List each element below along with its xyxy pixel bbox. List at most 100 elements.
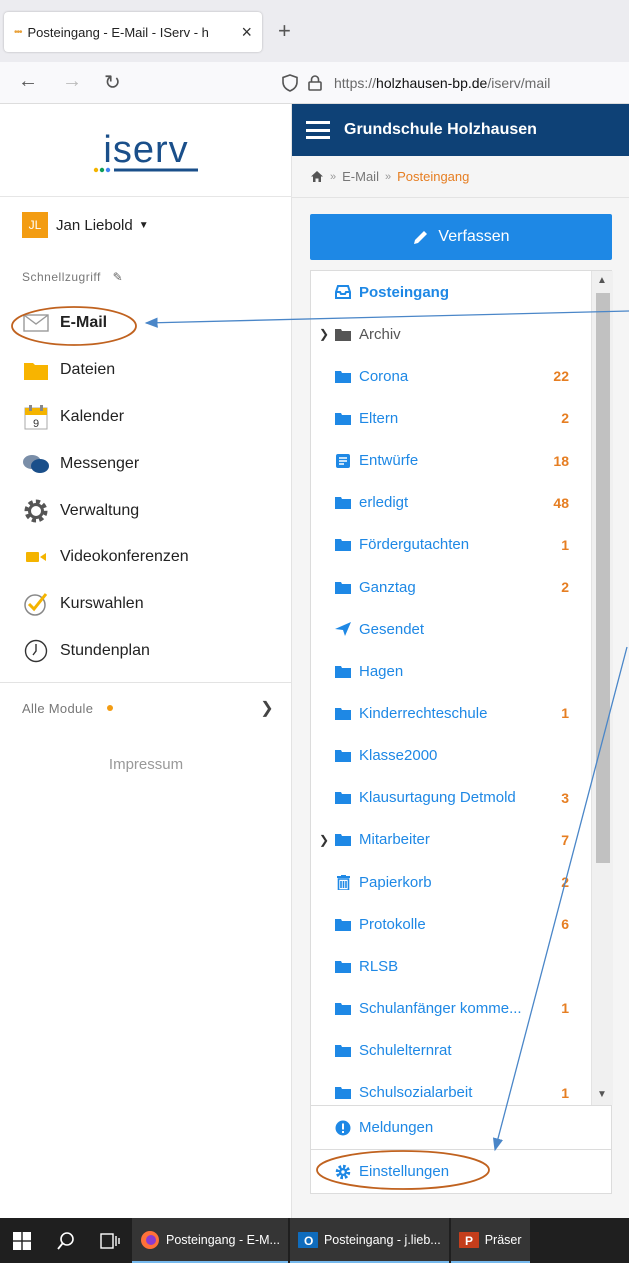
folder-icon (335, 411, 351, 425)
folder-panel: Posteingang ❯ Archiv Corona 22 Eltern 2 (310, 270, 613, 1194)
folder-scrollbar[interactable]: ▲ ▼ (591, 271, 613, 1105)
os-taskbar: Posteingang - E-M... O Posteingang - j.l… (0, 1218, 629, 1263)
browser-tab[interactable]: ••• Posteingang - E-Mail - IServ - h × (4, 12, 262, 52)
folder-item[interactable]: Klasse2000 (311, 735, 591, 777)
taskbar-app-outlook[interactable]: O Posteingang - j.lieb... (289, 1218, 449, 1263)
folder-item[interactable]: Schulsozialarbeit 1 (311, 1072, 591, 1105)
breadcrumb-separator: » (330, 170, 337, 183)
sidebar-item-label: Kalender (60, 407, 125, 425)
folder-item[interactable]: Ganztag 2 (311, 566, 591, 608)
folder-icon (335, 1001, 351, 1015)
calendar-icon: 9 (22, 403, 50, 431)
taskbar-app-firefox[interactable]: Posteingang - E-M... (132, 1218, 288, 1263)
compose-button[interactable]: Verfassen (310, 214, 612, 260)
home-icon[interactable] (310, 170, 324, 183)
settings-link[interactable]: Einstellungen (311, 1149, 611, 1193)
address-bar[interactable]: https://holzhausen-bp.de/iserv/mail (270, 66, 629, 100)
notifications-label: Meldungen (359, 1119, 434, 1136)
folder-item[interactable]: Schulanfänger komme... 1 (311, 987, 591, 1029)
scroll-down-arrow-icon[interactable]: ▼ (597, 1089, 607, 1100)
scroll-up-arrow-icon[interactable]: ▲ (597, 275, 607, 286)
folder-icon (335, 959, 351, 973)
folder-inbox[interactable]: Posteingang (311, 271, 591, 313)
folder-item[interactable]: erledigt 48 (311, 482, 591, 524)
taskbar-app-powerpoint[interactable]: P Präser (450, 1218, 530, 1263)
folder-item[interactable]: RLSB (311, 945, 591, 987)
folder-name: Schulelternrat (359, 1042, 452, 1060)
folder-count: 3 (561, 789, 569, 806)
folder-icon (335, 833, 351, 847)
folder-trash[interactable]: Papierkorb 2 (311, 861, 591, 903)
sidebar-item-timetable[interactable]: Stundenplan (0, 628, 292, 675)
folder-count: 1 (561, 536, 569, 553)
sidebar-item-messenger[interactable]: Messenger (0, 440, 292, 487)
outlook-icon: O (297, 1231, 318, 1248)
folder-count: 2 (561, 579, 569, 596)
all-modules-link[interactable]: Alle Module ❯ (22, 698, 274, 718)
expand-arrow-icon[interactable]: ❯ (319, 833, 329, 847)
folder-count: 6 (561, 916, 569, 933)
svg-text:iserv: iserv (103, 130, 188, 171)
windows-start-icon[interactable] (0, 1218, 44, 1263)
sidebar-item-calendar[interactable]: 9 Kalender (0, 394, 292, 441)
forward-arrow-icon[interactable]: → (62, 70, 82, 93)
search-icon[interactable] (44, 1218, 88, 1263)
folder-item[interactable]: Corona 22 (311, 355, 591, 397)
pencil-icon[interactable]: ✎ (113, 270, 124, 284)
scrollbar-thumb[interactable] (596, 293, 610, 863)
sidebar-item-label: Stundenplan (60, 641, 150, 659)
sidebar-item-course-selection[interactable]: Kurswahlen (0, 581, 292, 628)
folder-name: erledigt (359, 494, 409, 512)
iserv-logo[interactable]: iserv (90, 130, 202, 176)
folder-name: RLSB (359, 957, 399, 975)
reload-icon[interactable]: ↻ (104, 70, 121, 95)
folder-item[interactable]: Eltern 2 (311, 397, 591, 439)
folder-icon (335, 1086, 351, 1100)
notifications-link[interactable]: Meldungen (311, 1105, 611, 1149)
sidebar-item-files[interactable]: Dateien (0, 347, 292, 394)
exclamation-circle-icon (335, 1120, 351, 1135)
folder-item[interactable]: Klausurtagung Detmold 3 (311, 777, 591, 819)
user-menu[interactable]: JL Jan Liebold ▼ (22, 212, 149, 238)
expand-arrow-icon[interactable]: ❯ (319, 327, 329, 341)
folder-name: Kinderrechteschule (359, 704, 488, 722)
sidebar-item-email[interactable]: E-Mail (0, 300, 292, 347)
firefox-icon (141, 1230, 159, 1249)
url-prefix: https:// (334, 75, 377, 91)
folder-drafts[interactable]: Entwürfe 18 (311, 440, 591, 482)
folder-archive[interactable]: ❯ Archiv (311, 313, 591, 355)
breadcrumb: » E-Mail » Posteingang (292, 156, 629, 198)
folder-item[interactable]: Protokolle 6 (311, 903, 591, 945)
folder-item[interactable]: ❯ Mitarbeiter 7 (311, 819, 591, 861)
folder-name: Posteingang (359, 283, 450, 301)
task-view-icon[interactable] (88, 1218, 132, 1263)
folder-item[interactable]: Schulelternrat (311, 1030, 591, 1072)
breadcrumb-current: Posteingang (397, 169, 470, 184)
taskbar-app-label: Posteingang - j.lieb... (323, 1232, 441, 1247)
folder-item[interactable]: Hagen (311, 650, 591, 692)
sidebar-menu: E-Mail Dateien 9 Kalender Messenger Verw… (0, 300, 292, 674)
breadcrumb-email[interactable]: E-Mail (342, 169, 379, 184)
sidebar-item-video[interactable]: Videokonferenzen (0, 534, 292, 581)
folder-name: Ganztag (359, 578, 416, 596)
lock-icon (308, 75, 322, 91)
sidebar-item-admin[interactable]: Verwaltung (0, 487, 292, 534)
settings-label: Einstellungen (359, 1163, 450, 1180)
hamburger-menu-icon[interactable] (306, 121, 330, 139)
back-arrow-icon[interactable]: ← (18, 70, 38, 93)
chat-bubbles-icon (22, 450, 50, 478)
folder-icon (335, 369, 351, 383)
folder-item[interactable]: Fördergutachten 1 (311, 524, 591, 566)
paper-plane-icon (335, 622, 351, 637)
folder-count: 1 (561, 1000, 569, 1017)
compose-label: Verfassen (438, 228, 510, 245)
school-name: Grundschule Holzhausen (344, 121, 537, 138)
folder-name: Gesendet (359, 620, 425, 638)
close-tab-icon[interactable]: × (241, 22, 252, 43)
folder-count: 48 (553, 494, 569, 511)
new-tab-icon[interactable]: + (278, 18, 291, 44)
impressum-link[interactable]: Impressum (0, 756, 292, 773)
folder-sent[interactable]: Gesendet (311, 608, 591, 650)
inbox-icon (335, 285, 351, 300)
folder-item[interactable]: Kinderrechteschule 1 (311, 692, 591, 734)
